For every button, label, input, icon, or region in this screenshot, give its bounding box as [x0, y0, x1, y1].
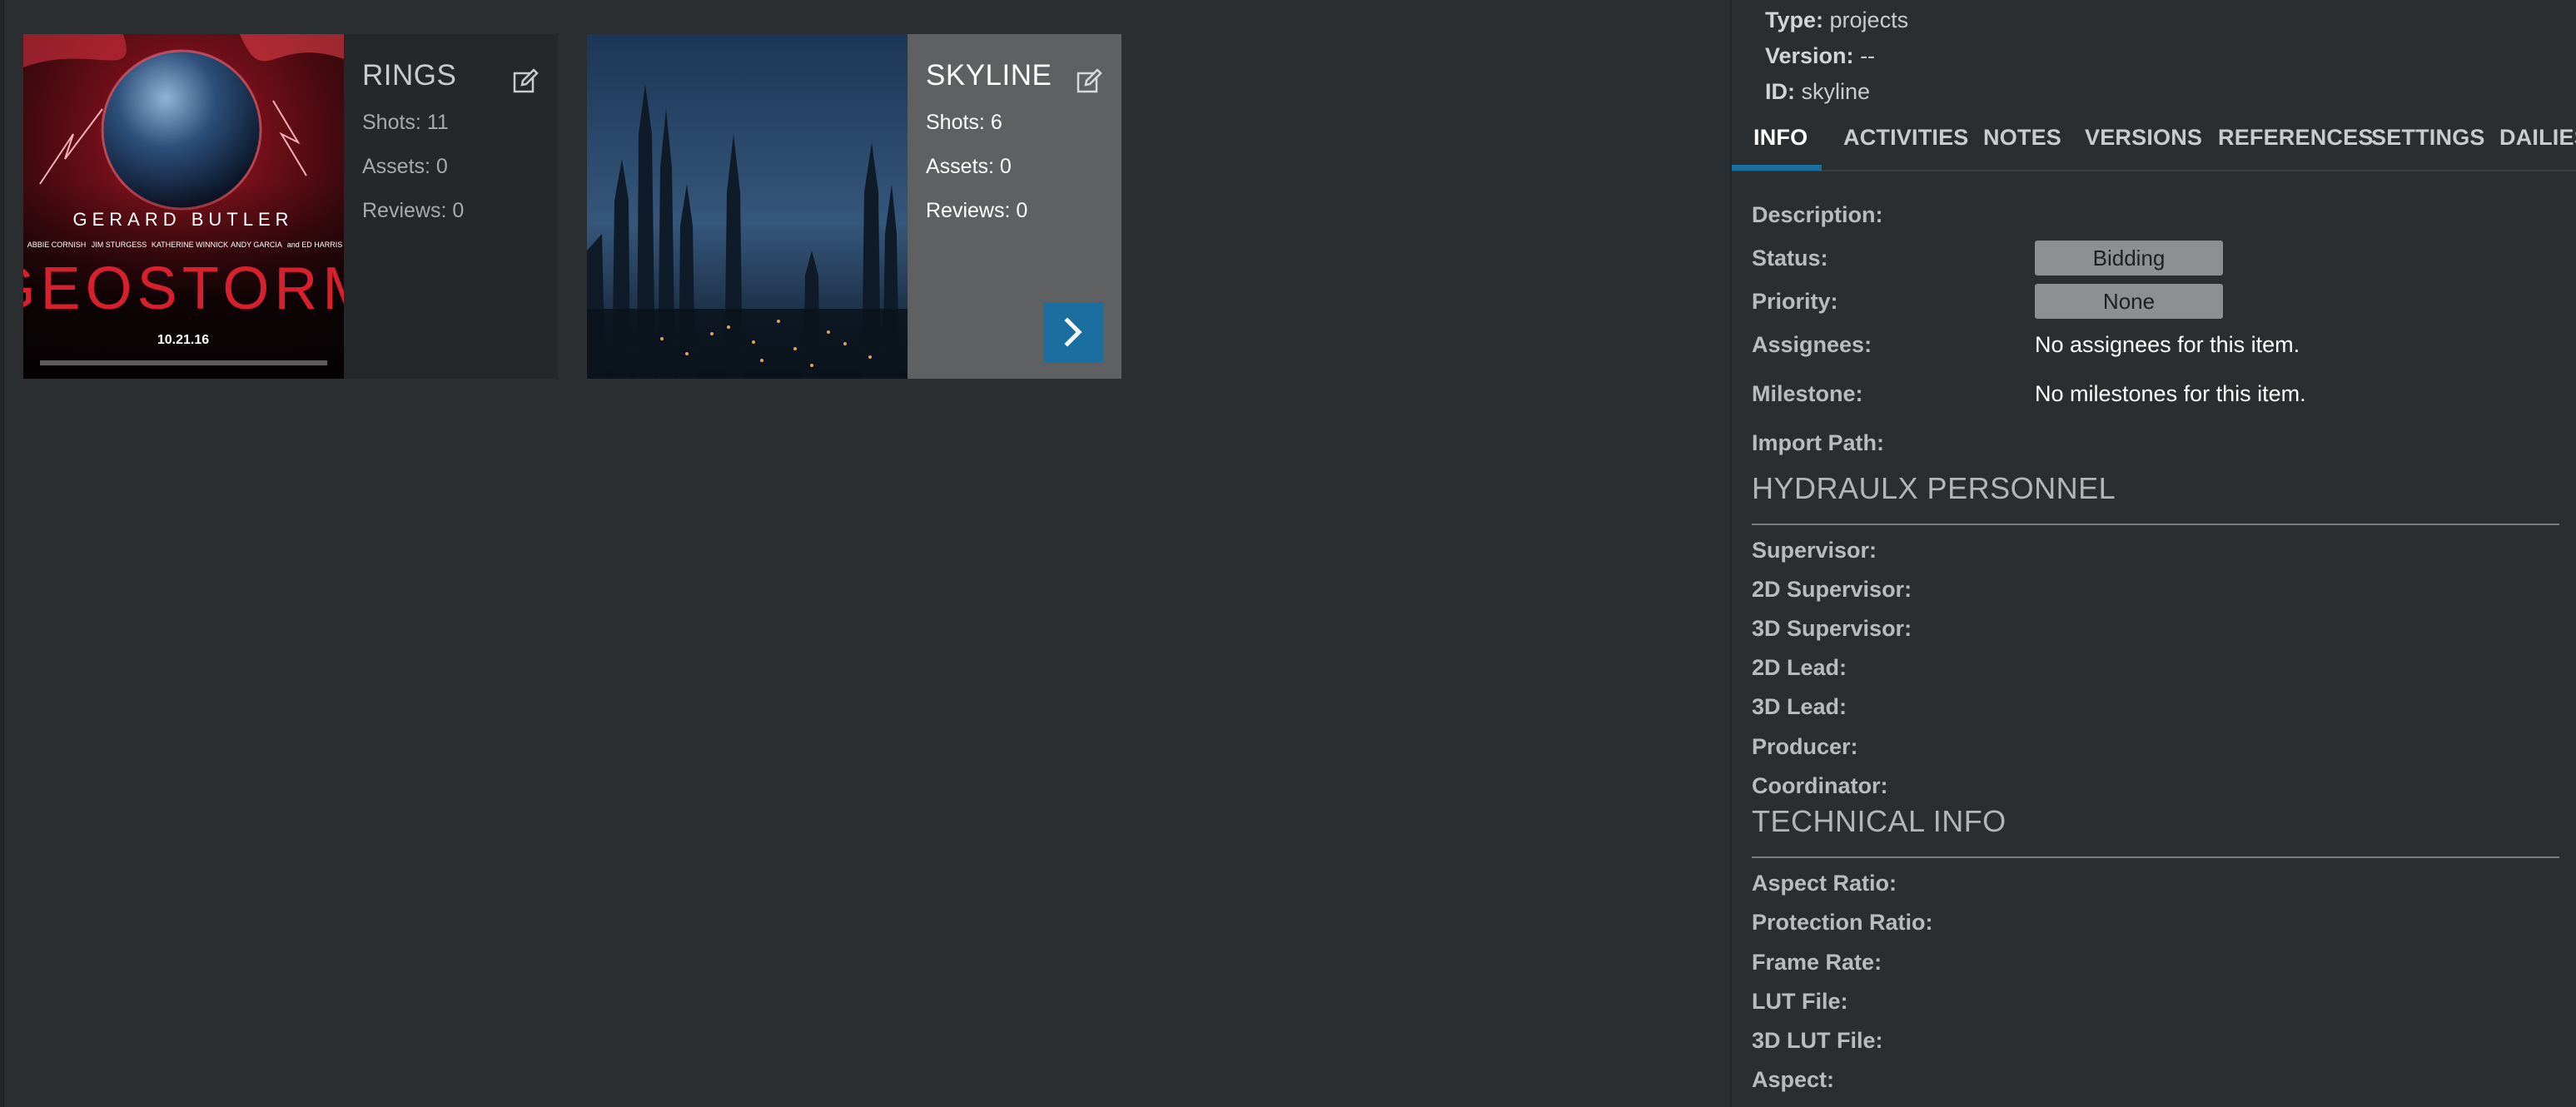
project-thumbnail[interactable] [587, 34, 908, 379]
poster-cast-name: ABBIE CORNISH [27, 241, 87, 249]
chevron-right-icon [1064, 317, 1082, 347]
tab-dailies[interactable]: DAILIES [2499, 125, 2576, 151]
assets-count: Assets: 0 [926, 155, 1012, 178]
type-label: Type: [1765, 7, 1824, 32]
geostorm-poster-image: GERARD BUTLER ABBIE CORNISH JIM STURGESS… [23, 34, 344, 379]
project-info: SKYLINE Shots: 6 Assets: 0 Reviews: 0 [908, 34, 1121, 379]
project-detail-panel: Type: projects Version: -- ID: skyline I… [1730, 0, 2576, 1107]
poster-cast-name: ANDY GARCIA [231, 241, 282, 249]
frame-rate-label: Frame Rate: [1752, 950, 1882, 975]
milestone-label: Milestone: [1752, 381, 1863, 406]
section-divider [1752, 856, 2559, 858]
edit-icon[interactable] [510, 66, 541, 97]
assignees-value: No assignees for this item. [2035, 332, 2300, 357]
poster-cast-name: and ED HARRIS [287, 241, 343, 249]
shots-count: Shots: 11 [362, 111, 449, 134]
status-label: Status: [1752, 246, 1828, 271]
poster-names-top: GERARD BUTLER [72, 209, 293, 230]
supervisor-label: Supervisor: [1752, 538, 1877, 563]
section-divider [1752, 524, 2559, 525]
version-value: -- [1860, 43, 1876, 68]
id-value: skyline [1801, 79, 1871, 104]
status-dropdown[interactable]: Bidding [2035, 241, 2223, 276]
edit-icon[interactable] [1073, 66, 1105, 97]
producer-label: Producer: [1752, 734, 1858, 759]
poster-release-date: 10.21.16 [157, 333, 209, 347]
lut-file-label: LUT File: [1752, 989, 1848, 1014]
version-row: Version: -- [1765, 43, 1875, 69]
id-label: ID: [1765, 79, 1795, 104]
description-label: Description: [1752, 202, 1883, 227]
3d-lut-file-label: 3D LUT File: [1752, 1028, 1883, 1053]
window-edge [0, 0, 4, 1107]
id-row: ID: skyline [1765, 79, 1870, 105]
version-label: Version: [1765, 43, 1854, 68]
assets-count: Assets: 0 [362, 155, 448, 178]
tab-settings[interactable]: SETTINGS [2371, 125, 2485, 151]
priority-dropdown[interactable]: None [2035, 284, 2223, 319]
shots-count: Shots: 6 [926, 111, 1002, 134]
personnel-section-title: HYDRAULX PERSONNEL [1752, 471, 2116, 505]
tab-references[interactable]: REFERENCES [2218, 125, 2374, 151]
2d-supervisor-label: 2D Supervisor: [1752, 577, 1912, 602]
assignees-label: Assignees: [1752, 332, 1872, 357]
poster-cast-name: JIM STURGESS [92, 241, 147, 249]
poster-movie-title: GEOSTORM [23, 256, 344, 322]
project-card-rings[interactable]: GERARD BUTLER ABBIE CORNISH JIM STURGESS… [23, 34, 558, 379]
protection-ratio-label: Protection Ratio: [1752, 910, 1933, 935]
milestone-value: No milestones for this item. [2035, 381, 2306, 406]
type-row: Type: projects [1765, 7, 1908, 33]
3d-supervisor-label: 3D Supervisor: [1752, 616, 1912, 641]
detail-tabs: INFO ACTIVITIES NOTES VERSIONS REFERENCE… [1732, 117, 2576, 171]
project-card-skyline[interactable]: SKYLINE Shots: 6 Assets: 0 Reviews: 0 [587, 34, 1121, 379]
aspect-label: Aspect: [1752, 1067, 1835, 1092]
import-path-label: Import Path: [1752, 430, 1884, 455]
type-value: projects [1829, 7, 1909, 32]
skyline-city-image [587, 34, 908, 379]
aspect-ratio-label: Aspect Ratio: [1752, 871, 1897, 896]
reviews-count: Reviews: 0 [926, 199, 1028, 222]
3d-lead-label: 3D Lead: [1752, 694, 1847, 719]
poster-cast-name: KATHERINE WINNICK [152, 241, 228, 249]
technical-section-title: TECHNICAL INFO [1752, 804, 2007, 838]
tab-activities[interactable]: ACTIVITIES [1843, 125, 1969, 151]
priority-label: Priority: [1752, 289, 1838, 314]
tab-notes[interactable]: NOTES [1983, 125, 2061, 151]
open-project-button[interactable] [1043, 302, 1103, 362]
tab-versions[interactable]: VERSIONS [2085, 125, 2202, 151]
project-info: RINGS Shots: 11 Assets: 0 Reviews: 0 [344, 34, 558, 379]
reviews-count: Reviews: 0 [362, 199, 465, 222]
project-thumbnail[interactable]: GERARD BUTLER ABBIE CORNISH JIM STURGESS… [23, 34, 344, 379]
coordinator-label: Coordinator: [1752, 773, 1888, 798]
tab-info[interactable]: INFO [1753, 125, 1808, 151]
active-tab-indicator [1732, 165, 1822, 171]
2d-lead-label: 2D Lead: [1752, 655, 1847, 680]
